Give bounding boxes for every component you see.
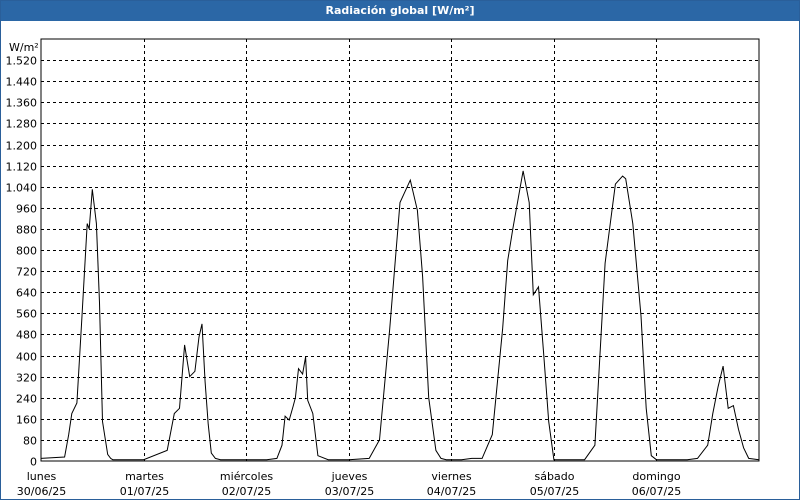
chart-window: Radiación global [W/m²] 1.520 1.440 1.360 1… — [0, 0, 800, 500]
y-tick-label: 240 — [16, 393, 37, 406]
y-axis-unit-label: W/m² — [9, 41, 39, 54]
x-tick-date-label: 03/07/25 — [325, 485, 374, 498]
y-tick-label: 1.360 — [6, 97, 38, 110]
x-tick-day-label: lunes — [27, 470, 57, 483]
y-tick-label: 80 — [23, 435, 37, 448]
y-tick-label: 1.040 — [6, 182, 38, 195]
x-axis-ticks: lunes 30/06/25 martes 01/07/25 miércoles 02/0… — [17, 470, 681, 498]
y-tick-label: 560 — [16, 308, 37, 321]
radiation-chart: 1.520 1.440 1.360 1.280 1.200 1.120 1.040 960 88… — [6, 38, 760, 498]
x-tick-day-label: miércoles — [220, 470, 273, 483]
y-tick-label: 1.200 — [6, 140, 38, 153]
x-tick-date-label: 05/07/25 — [530, 485, 579, 498]
y-tick-label: 720 — [16, 266, 37, 279]
y-tick-label: 0 — [30, 456, 37, 469]
y-tick-label: 1.440 — [6, 76, 38, 89]
y-tick-label: 400 — [16, 351, 37, 364]
y-axis-ticks: 1.520 1.440 1.360 1.280 1.200 1.120 1.040 960 88… — [6, 55, 38, 469]
x-tick-date-label: 04/07/25 — [427, 485, 476, 498]
y-tick-label: 160 — [16, 414, 37, 427]
x-tick-date-label: 02/07/25 — [222, 485, 271, 498]
x-tick-day-label: jueves — [331, 470, 368, 483]
y-tick-label: 640 — [16, 287, 37, 300]
x-tick-day-label: martes — [125, 470, 164, 483]
x-tick-date-label: 06/07/25 — [632, 485, 681, 498]
y-tick-label: 800 — [16, 245, 37, 258]
x-tick-day-label: domingo — [632, 470, 680, 483]
x-tick-date-label: 01/07/25 — [120, 485, 169, 498]
y-tick-label: 880 — [16, 224, 37, 237]
x-tick-day-label: sábado — [535, 470, 575, 483]
x-tick-day-label: viernes — [431, 470, 471, 483]
y-tick-label: 320 — [16, 372, 37, 385]
plot-area — [40, 38, 760, 462]
y-tick-label: 1.280 — [6, 118, 38, 131]
y-tick-label: 480 — [16, 329, 37, 342]
y-tick-label: 960 — [16, 203, 37, 216]
x-tick-date-label: 30/06/25 — [17, 485, 66, 498]
y-tick-label: 1.520 — [6, 55, 38, 68]
y-tick-label: 1.120 — [6, 161, 38, 174]
